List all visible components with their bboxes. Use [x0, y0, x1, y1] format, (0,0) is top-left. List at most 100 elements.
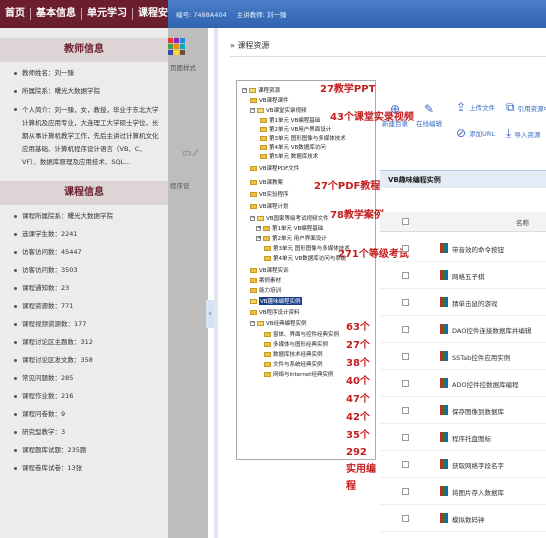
tree-node[interactable]: 第3单元 图形图像与多媒体技术 [260, 134, 346, 142]
row-checkbox[interactable] [402, 407, 409, 414]
book-icon [440, 243, 448, 253]
table-row[interactable]: 程序托盘图标 [380, 425, 546, 451]
annotation-count: 38个 [346, 358, 370, 369]
add-url-button[interactable]: ⊘ 添加URL [456, 126, 495, 140]
annotation-ppt: 27教学PPT [320, 84, 376, 95]
list-item: 访客访问数：3503 [14, 265, 160, 275]
list-item: 常见问题数：285 [14, 373, 160, 383]
row-checkbox[interactable] [402, 380, 409, 387]
list-item: 课程作业数：216 [14, 391, 160, 401]
tree-node[interactable]: VB程序设计资料 [250, 308, 300, 316]
upload-button[interactable]: ⇪ 上传文件 [456, 100, 495, 114]
tree-node[interactable]: 网络与Internet经典实例 [264, 370, 333, 378]
tree-node[interactable]: + 第1单元 VB编程基础 [256, 224, 323, 232]
reference-resource-button[interactable]: ⧉引用资源中 [506, 100, 546, 115]
tree-node[interactable]: 第3单元 图形图像与多媒体技术 [264, 244, 350, 252]
tree-node[interactable]: 第2单元 VB用户界面设计 [260, 125, 331, 133]
book-icon [440, 270, 448, 280]
book-icon [440, 405, 448, 415]
import-icon: ⤓ [506, 126, 512, 140]
table-row[interactable]: DAO控件连接数据库并编辑 [380, 317, 546, 343]
online-edit-button[interactable]: ✎ 在线编辑 [416, 102, 442, 128]
table-row[interactable]: 将图片存入数据库 [380, 479, 546, 505]
new-folder-button[interactable]: ⊕ 新建目录 [382, 102, 408, 128]
row-checkbox[interactable] [402, 488, 409, 495]
apps-grid-icon[interactable] [168, 38, 185, 55]
list-item: 课程资源数：771 [14, 301, 160, 311]
row-checkbox[interactable] [402, 353, 409, 360]
column-name: 名称 [516, 219, 529, 227]
tree-node[interactable]: 数据库技术经典实例 [264, 350, 323, 358]
table-row[interactable]: 猜单击鼠的游戏 [380, 290, 546, 316]
tree-node[interactable]: 窗体、界面与控件经典实例 [264, 330, 339, 338]
book-icon [440, 351, 448, 361]
tree-node-selected[interactable]: VB趣味编程实例 [250, 297, 302, 305]
annotation-count: 42个 [346, 412, 370, 423]
tree-node[interactable]: VB课程课件 [250, 96, 289, 104]
row-checkbox[interactable] [402, 245, 409, 252]
row-checkbox[interactable] [402, 461, 409, 468]
top-nav: 首页 基本信息 单元学习 课程安 [0, 0, 168, 28]
nav-basic-info[interactable]: 基本信息 [31, 8, 82, 20]
annotation-count: 27个 [346, 340, 370, 351]
tree-node[interactable]: VB课程实训 [250, 266, 289, 274]
table-row[interactable]: 带音效的命令按钮 [380, 236, 546, 262]
course-info-title: 课程信息 [0, 181, 168, 205]
upload-icon: ⇪ [456, 100, 467, 114]
import-resource-button[interactable]: ⤓ 导入资源 [506, 126, 540, 141]
breadcrumb: » 课程资源 [230, 41, 270, 50]
tree-node[interactable]: 案例素材 [250, 276, 281, 284]
teacher-label: 主讲教师: 刘一臻 [236, 11, 287, 19]
row-checkbox[interactable] [402, 272, 409, 279]
tree-node[interactable]: 第1单元 VB编程基础 [260, 116, 320, 124]
course-info-list: 课程所属院系：曙光大数据学院 选课学生数：2241 访客访问数：45447 访客… [0, 205, 168, 473]
annotation-count: 47个 [346, 394, 370, 405]
tree-node[interactable]: 能力培训 [250, 286, 281, 294]
tree-node[interactable]: VB课教案 [250, 178, 283, 186]
tree-node[interactable]: 多媒体与图形经典实例 [264, 340, 328, 348]
nav-unit-study[interactable]: 单元学习 [82, 8, 133, 20]
annotation-total: 292实用编程 [346, 447, 376, 492]
list-item: 课程讨论区主题数：312 [14, 337, 160, 347]
tree-node[interactable]: VB课程PDF文件 [250, 164, 299, 172]
table-row[interactable]: 获取网络字段名字 [380, 452, 546, 478]
nav-home[interactable]: 首页 [0, 8, 31, 20]
table-row[interactable]: SSTab控件应用实例 [380, 344, 546, 370]
tree-node[interactable]: VB实验程序 [250, 190, 289, 198]
row-checkbox[interactable] [402, 434, 409, 441]
book-icon [440, 297, 448, 307]
reference-icon: ⧉ [506, 100, 515, 114]
row-checkbox[interactable] [402, 515, 409, 522]
list-item: 访客访问数：45447 [14, 247, 160, 257]
tree-node[interactable]: − VB经典编程实例 [250, 319, 307, 327]
tree-node[interactable]: + 第2单元 用户界面设计 [256, 234, 327, 242]
book-icon [440, 513, 448, 523]
tree-node[interactable]: 第4单元 VB数据库访问 [260, 143, 326, 151]
collapse-sidebar-button[interactable]: ‹ [206, 300, 214, 328]
tree-node[interactable]: VB课程计划 [250, 202, 289, 210]
table-row[interactable]: 模拟数码钟 [380, 506, 546, 532]
list-item: 个人简介：刘一臻，女，教授，毕业于东北大学计算机及应用专业，大连理工大学硕士学位… [14, 104, 160, 169]
tree-node[interactable]: 第5单元 数据库技术 [260, 152, 318, 160]
table-row[interactable]: ADO控件控数据库编程 [380, 371, 546, 397]
row-checkbox[interactable] [402, 299, 409, 306]
nav-course-schedule[interactable]: 课程安 [133, 8, 168, 20]
tree-node[interactable]: − VB国家等级考试视频文件 [250, 214, 329, 222]
course-header: 编号: 7488A404 主讲教师: 刘一臻 [168, 0, 546, 28]
table-row[interactable]: 网格五子棋 [380, 263, 546, 289]
divider [230, 56, 546, 57]
tree-node[interactable]: 文件与系统经典实例 [264, 360, 323, 368]
row-checkbox[interactable] [402, 326, 409, 333]
list-item: 课程卷库试卷：13张 [14, 463, 160, 473]
page-style-label: 页面样式 [170, 64, 196, 72]
tree-node[interactable]: − 课程资源 [242, 86, 280, 94]
annotation-count: 35个 [346, 430, 370, 441]
overlay-shade [168, 28, 208, 538]
panel-title: VB趣味编程实例 [380, 170, 546, 188]
tree-node[interactable]: − VB课堂实录视频 [250, 106, 307, 114]
table-row[interactable]: 保存图像到数据库 [380, 398, 546, 424]
select-all-checkbox[interactable] [402, 218, 409, 225]
annotation-count: 63个 [346, 322, 370, 333]
tree-node[interactable]: 第4单元 VB数据库访问与系统 [264, 254, 346, 262]
list-item: 课程通知数：23 [14, 283, 160, 293]
